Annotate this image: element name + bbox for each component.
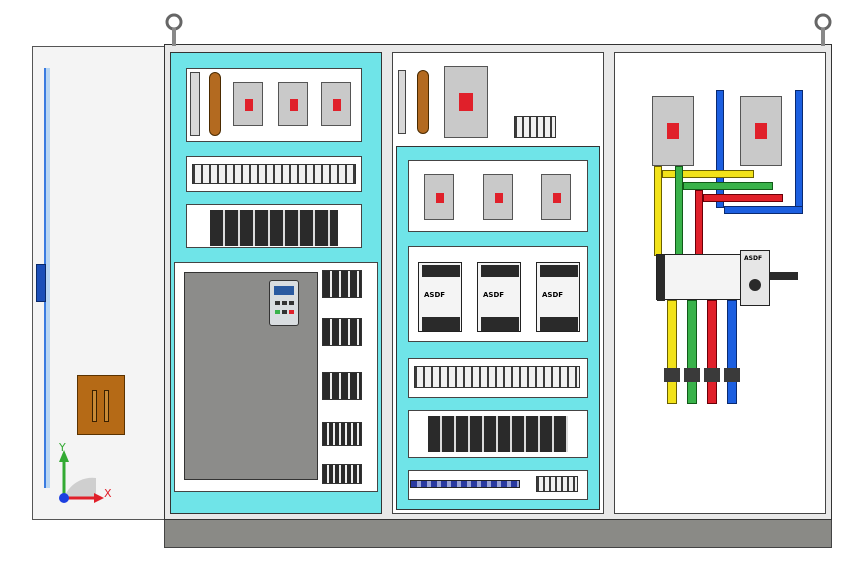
s2-terminal-strip [398,70,406,134]
s2-small-terminals-bottom [536,476,578,492]
busbar-blue-horizontal [724,206,803,214]
busbar-green-vertical [675,166,683,256]
s1-relay-row [210,210,338,246]
lifting-eye-icon [165,13,183,46]
busbar-green-lower [687,300,697,404]
s1-terminal-strip [190,72,200,136]
s1-breaker-1[interactable] [233,82,263,126]
s3-switch-handle[interactable] [770,272,798,280]
s3-transfer-switch[interactable] [656,254,752,301]
door-latch[interactable] [36,264,46,302]
s2-contactor-3[interactable]: ASDF [536,262,580,332]
s2-breaker-2[interactable] [483,174,513,220]
busbar-yellow-vertical [654,166,662,256]
contactor-3-label: ASDF [542,291,564,299]
s1-relay-module-2 [322,318,362,346]
s2-small-terminals [514,116,556,138]
axis-y-label: Y [59,441,66,454]
s1-terminal-block-row [192,164,356,184]
contactor-1-label: ASDF [424,291,446,299]
s1-relay-module-5 [322,464,362,484]
s2-ground-bar [410,480,520,488]
busbar-yellow-lower [667,300,677,404]
s1-copper-bar [209,72,221,136]
door-handle[interactable] [77,375,125,435]
contactor-2-label: ASDF [483,291,505,299]
s1-relay-module-1 [322,270,362,298]
busbar-red-lower [707,300,717,404]
s1-relay-module-3 [322,372,362,400]
s2-breaker-3[interactable] [541,174,571,220]
busbar-lugs [664,368,740,382]
vfd-keypad[interactable] [269,280,299,326]
busbar-blue-upper-2 [795,90,803,210]
busbar-blue-upper-1 [716,90,724,208]
s3-main-breaker-1[interactable] [652,96,694,166]
busbar-red-horizontal [703,194,783,202]
cabinet-base [164,518,832,548]
s1-breaker-3[interactable] [321,82,351,126]
s2-relay-row [428,416,568,452]
lifting-eye-icon [814,13,832,46]
lifting-eye-right [813,12,833,46]
busbar-green-horizontal [683,182,773,190]
s2-contactor-1[interactable]: ASDF [418,262,462,332]
busbar-red-vertical [695,190,703,256]
lifting-eye-left [164,12,184,46]
s2-main-breaker[interactable] [444,66,488,138]
s2-contactor-2[interactable]: ASDF [477,262,521,332]
switch-label: ASDF [744,255,763,262]
s3-switch-operator[interactable]: ASDF [740,250,770,306]
s1-relay-module-4 [322,422,362,446]
s3-main-breaker-2[interactable] [740,96,782,166]
busbar-blue-lower [727,300,737,404]
s2-terminal-block-row [414,366,580,388]
s2-breaker-1[interactable] [424,174,454,220]
s2-copper-bar [417,70,429,134]
axis-x-label: X [104,487,112,500]
s1-breaker-2[interactable] [278,82,308,126]
